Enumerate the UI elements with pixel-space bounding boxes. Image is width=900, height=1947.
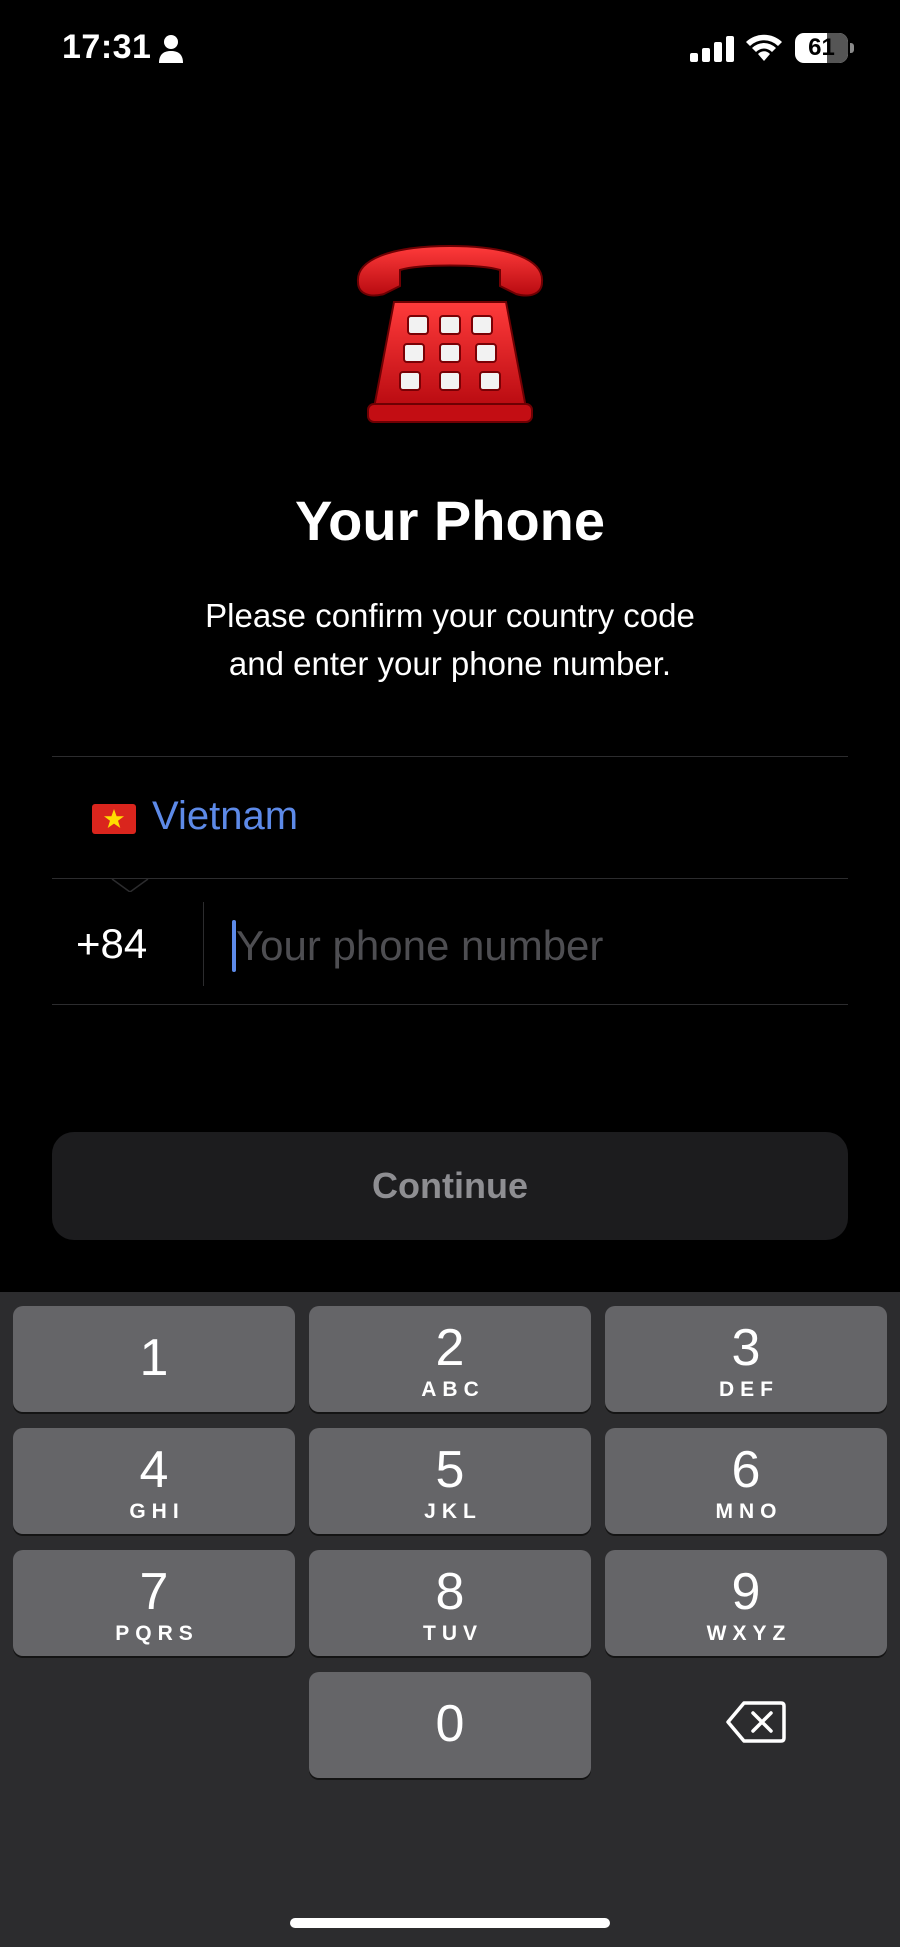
telephone-icon: [356, 244, 544, 423]
divider: [52, 878, 848, 879]
key-digit: 4: [139, 1441, 169, 1499]
key-letters: GHI: [129, 1500, 185, 1523]
backspace-icon[interactable]: [726, 1700, 786, 1744]
country-selector[interactable]: Vietnam: [52, 758, 848, 878]
status-time: 17:31: [62, 28, 152, 66]
key-digit: 1: [139, 1329, 169, 1387]
key-letters: WXYZ: [706, 1622, 792, 1645]
page-title: Your Phone: [294, 489, 606, 552]
key-7[interactable]: 7 PQRS: [13, 1550, 295, 1656]
subtitle: Please confirm your country code and ent…: [100, 592, 800, 688]
key-4[interactable]: 4 GHI: [13, 1428, 295, 1534]
key-9[interactable]: 9 WXYZ: [605, 1550, 887, 1656]
phone-row: +84: [52, 880, 848, 1004]
key-5[interactable]: 5 JKL: [309, 1428, 591, 1534]
key-letters: MNO: [715, 1500, 783, 1523]
key-letters: ABC: [421, 1378, 485, 1401]
signal-icon: [690, 36, 734, 62]
battery-icon: 61: [795, 33, 854, 63]
continue-button[interactable]: Continue: [52, 1132, 848, 1240]
status-bar: 17:31 61: [0, 0, 900, 100]
key-6[interactable]: 6 MNO: [605, 1428, 887, 1534]
key-digit: 9: [731, 1563, 761, 1621]
country-name: Vietnam: [152, 794, 299, 838]
subtitle-line: and enter your phone number.: [228, 645, 672, 682]
key-digit: 8: [435, 1563, 465, 1621]
key-3[interactable]: 3 DEF: [605, 1306, 887, 1412]
wifi-icon: [746, 34, 782, 61]
key-2[interactable]: 2 ABC: [309, 1306, 591, 1412]
key-letters: TUV: [423, 1622, 483, 1645]
key-letters: PQRS: [115, 1622, 199, 1645]
key-1[interactable]: 1: [13, 1306, 295, 1412]
divider: [52, 1004, 848, 1005]
key-0[interactable]: 0: [309, 1672, 591, 1778]
home-indicator[interactable]: [290, 1918, 610, 1928]
key-digit: 2: [435, 1319, 465, 1377]
country-code[interactable]: +84: [76, 920, 147, 968]
phone-number-input[interactable]: [236, 914, 826, 978]
key-digit: 3: [731, 1319, 761, 1377]
key-8[interactable]: 8 TUV: [309, 1550, 591, 1656]
vietnam-flag-icon: [92, 804, 136, 834]
divider: [52, 756, 848, 757]
key-digit: 0: [435, 1695, 465, 1753]
subtitle-line: Please confirm your country code: [205, 597, 695, 634]
battery-level: 61: [808, 34, 835, 61]
key-letters: DEF: [719, 1378, 779, 1401]
key-digit: 7: [139, 1563, 169, 1621]
person-icon: [159, 35, 183, 63]
key-digit: 6: [731, 1441, 761, 1499]
separator: [203, 902, 204, 986]
key-letters: JKL: [424, 1500, 482, 1523]
key-digit: 5: [435, 1441, 465, 1499]
